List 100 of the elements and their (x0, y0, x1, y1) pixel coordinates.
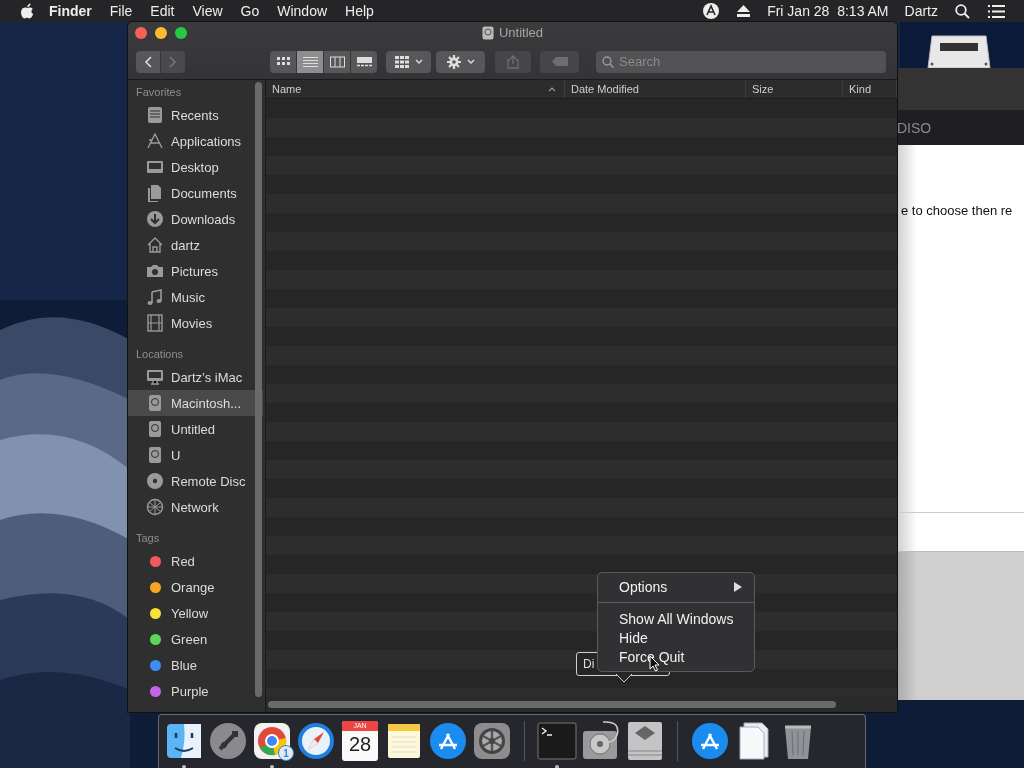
sidebar-item[interactable]: Movies (128, 310, 263, 336)
submenu-arrow-icon (734, 582, 742, 592)
camera-icon (146, 262, 164, 280)
sidebar-item[interactable]: Red (128, 548, 263, 574)
menu-item[interactable]: Edit (141, 3, 184, 19)
sort-caret-icon (548, 86, 556, 92)
icon-view-button[interactable] (270, 50, 296, 73)
film-icon (146, 314, 164, 332)
notification-badge: 1 (278, 745, 294, 761)
menu-item[interactable]: Show All Windows (598, 609, 754, 628)
column-header[interactable]: Size (746, 80, 843, 98)
monitor-icon (146, 368, 164, 386)
grid-icon (394, 55, 409, 68)
scrollbar-thumb[interactable] (255, 82, 262, 697)
gear-icon (446, 54, 461, 69)
apps-icon (146, 132, 164, 150)
sidebar-item[interactable]: Green (128, 626, 263, 652)
menu-item[interactable]: Help (336, 3, 383, 19)
gallery-icon (356, 55, 372, 68)
sidebar-item[interactable]: U (128, 442, 263, 468)
sidebar-item[interactable]: Macintosh... (128, 390, 263, 416)
search-icon (602, 55, 614, 68)
house-icon (146, 236, 164, 254)
calendar-day: 28 (348, 731, 372, 757)
sidebar-item[interactable]: Purple (128, 678, 263, 704)
clock[interactable]: Fri Jan 28 8:13 AM (759, 3, 897, 19)
chevron-right-icon (169, 55, 177, 68)
app-store-icon[interactable] (428, 721, 468, 761)
menu-item[interactable]: File (100, 3, 142, 19)
sidebar-item[interactable]: Untitled (128, 416, 263, 442)
monitor-icon (146, 158, 164, 176)
sidebar-item[interactable]: dartz (128, 232, 263, 258)
caret-icon (414, 59, 423, 64)
apple-icon[interactable] (20, 3, 34, 19)
sidebar-item[interactable]: Applications (128, 128, 263, 154)
columns-icon (329, 55, 345, 68)
scrollbar-thumb[interactable] (268, 701, 836, 708)
disk-drive-icon (146, 394, 164, 412)
menu-title[interactable]: Finder (40, 3, 101, 19)
minimize-button[interactable] (155, 27, 167, 39)
user-name[interactable]: Dartz (896, 3, 946, 19)
chevron-left-icon (144, 55, 152, 68)
settings-icon[interactable] (472, 721, 512, 761)
disk-drive-icon (146, 446, 164, 464)
sidebar-item[interactable]: Network (128, 494, 263, 520)
eject-icon[interactable] (737, 5, 751, 17)
sidebar-item[interactable]: Orange (128, 574, 263, 600)
sidebar-item[interactable]: Dartz’s iMac (128, 364, 263, 390)
menu-item[interactable]: View (183, 3, 232, 19)
sidebar-item[interactable]: Pictures (128, 258, 263, 284)
action-button[interactable] (436, 50, 485, 73)
sidebar-item[interactable]: Music (128, 284, 263, 310)
sidebar-item[interactable]: Documents (128, 180, 263, 206)
disk-drive-icon (481, 25, 494, 40)
menu-item[interactable]: Options (598, 576, 754, 598)
sidebar-item[interactable]: Recents (128, 102, 263, 128)
window-title: Untitled (498, 25, 544, 40)
menu-item[interactable]: Go (231, 3, 269, 19)
grid-icon (275, 55, 291, 68)
boot-drive-icon[interactable] (625, 721, 665, 761)
globe-icon (146, 498, 164, 516)
menu-icon[interactable] (988, 4, 1005, 18)
finder-icon[interactable] (164, 721, 204, 761)
menu-item[interactable]: Window (268, 3, 337, 19)
tab-label[interactable]: DISO (897, 119, 932, 136)
disk-stethoscope-icon[interactable] (581, 721, 621, 761)
column-header[interactable]: Kind (843, 80, 897, 98)
column-header[interactable]: Name (266, 80, 565, 98)
close-button[interactable] (135, 27, 147, 39)
search-field[interactable]: Search (596, 50, 886, 73)
documents-icon (146, 184, 164, 202)
search-icon[interactable] (955, 3, 970, 19)
section-heading: Locations (135, 347, 185, 362)
back-button[interactable] (136, 50, 160, 73)
sidebar-item[interactable]: Desktop (128, 154, 263, 180)
sidebar-item[interactable]: Remote Disc (128, 468, 263, 494)
app-store-icon[interactable] (690, 721, 730, 761)
column-header[interactable]: Date Modified (565, 80, 746, 98)
list-view-button[interactable] (297, 50, 323, 73)
download-icon (146, 210, 164, 228)
share-icon (507, 54, 519, 69)
zoom-button[interactable] (175, 27, 187, 39)
section-heading: Favorites (135, 85, 183, 100)
sidebar-item[interactable]: Downloads (128, 206, 263, 232)
music-note-icon (146, 288, 164, 306)
caret-icon (466, 59, 475, 64)
sidebar-item[interactable]: Blue (128, 652, 263, 678)
circle-logo-icon[interactable] (703, 3, 720, 19)
browser-icon[interactable] (252, 721, 292, 761)
menu-item[interactable]: Hide (598, 628, 754, 647)
disk-drive-icon (146, 420, 164, 438)
sidebar-item[interactable]: Yellow (128, 600, 263, 626)
disc-icon (146, 472, 164, 490)
compass-icon[interactable] (296, 721, 336, 761)
instruction-text: e to choose then re (900, 203, 1014, 218)
column-view-button[interactable] (324, 50, 350, 73)
gallery-view-button[interactable] (351, 50, 377, 73)
group-button[interactable] (386, 50, 431, 73)
drive-icon[interactable] (926, 34, 992, 70)
tray-icon (146, 106, 164, 124)
